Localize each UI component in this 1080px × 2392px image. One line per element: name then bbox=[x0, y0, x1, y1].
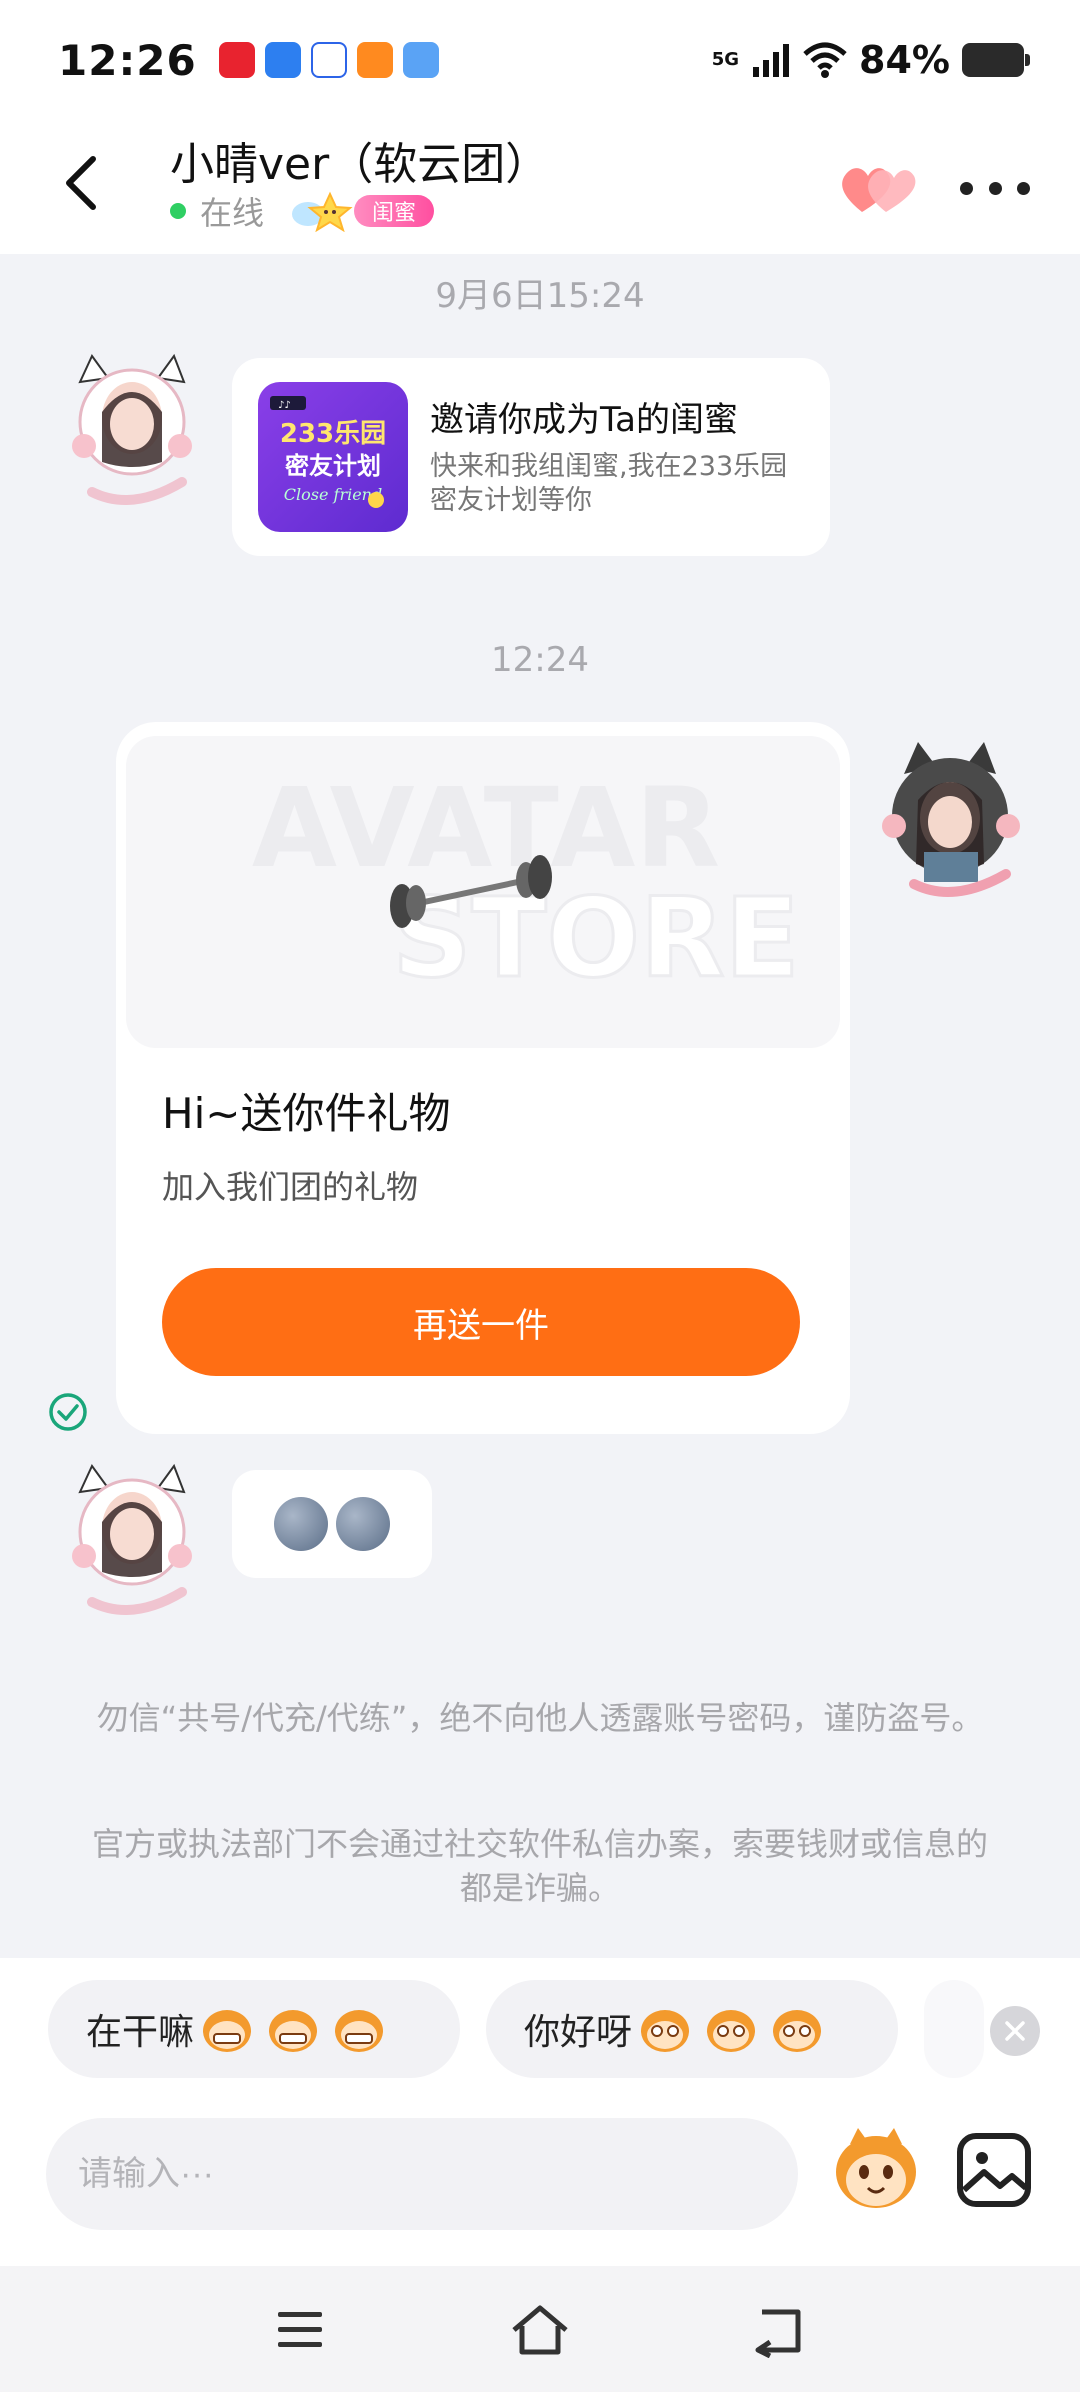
close-friend-logo: ♪♪ 233乐园 密友计划 Close friend bbox=[270, 396, 386, 508]
more-options-button[interactable] bbox=[960, 160, 1030, 216]
security-notice: 勿信“共号/代充/代练”，绝不向他人透露账号密码，谨防盗号。 bbox=[96, 1699, 984, 1737]
dot-icon bbox=[960, 181, 973, 195]
my-avatar[interactable] bbox=[874, 734, 1024, 900]
waving-mascot-icon bbox=[641, 2010, 690, 2052]
quick-reply-chip[interactable]: 你好呀 bbox=[486, 1980, 898, 2078]
emoji-group bbox=[200, 2004, 386, 2054]
moon-face-icon bbox=[336, 1497, 390, 1551]
invite-card[interactable]: ♪♪ 233乐园 密友计划 Close friend 邀请你成为Ta的闺蜜 快来… bbox=[232, 358, 830, 556]
mascot-sticker-icon[interactable] bbox=[828, 2122, 924, 2218]
status-time: 12:26 bbox=[58, 35, 197, 85]
grinning-mascot-icon bbox=[203, 2010, 252, 2052]
quick-reply-label: 你好呀 bbox=[524, 2012, 633, 2053]
send-another-button[interactable]: 再送一件 bbox=[162, 1268, 800, 1376]
app-notification-icon bbox=[218, 42, 255, 78]
network-type: 5G bbox=[711, 49, 740, 70]
wifi-icon bbox=[803, 42, 847, 78]
online-indicator-icon bbox=[170, 203, 186, 219]
online-status: 在线 bbox=[200, 194, 265, 232]
image-icon[interactable] bbox=[954, 2130, 1034, 2210]
message-input-bar bbox=[0, 2094, 1080, 2266]
moon-face-icon bbox=[274, 1497, 328, 1551]
home-icon[interactable] bbox=[508, 2302, 572, 2358]
quick-reply-bar: 在干嘛 你好呀 bbox=[0, 1958, 1080, 2094]
contact-status-row: 在线 闺蜜 bbox=[170, 188, 435, 234]
contact-name[interactable]: 小晴ver（软云团） bbox=[170, 128, 549, 192]
close-quick-replies-button[interactable] bbox=[990, 2006, 1040, 2056]
back-button[interactable] bbox=[56, 148, 106, 218]
dot-icon bbox=[988, 181, 1002, 195]
invite-title: 邀请你成为Ta的闺蜜 bbox=[430, 400, 738, 440]
quick-reply-chip-partial[interactable] bbox=[924, 1980, 984, 2078]
video-app-notification-icon bbox=[356, 42, 393, 78]
gift-subtitle: 加入我们团的礼物 bbox=[162, 1168, 419, 1206]
emoji-group bbox=[638, 2004, 824, 2054]
battery-icon bbox=[962, 43, 1030, 77]
invite-description: 快来和我组闺蜜,我在233乐园密友计划等你 bbox=[430, 451, 788, 516]
hearts-icon[interactable] bbox=[838, 156, 918, 220]
system-nav-bar bbox=[0, 2266, 1080, 2392]
message-input[interactable] bbox=[46, 2118, 798, 2230]
file-notification-icon bbox=[402, 42, 439, 78]
close-friend-plan-image: ♪♪ 233乐园 密友计划 Close friend bbox=[258, 382, 408, 532]
svg-text:Close friend: Close friend bbox=[284, 485, 382, 504]
gift-banner: AVATAR STORE bbox=[126, 736, 840, 1048]
battery-percent: 84% bbox=[859, 38, 950, 82]
chat-header: 小晴ver（软云团） 在线 闺蜜 bbox=[0, 120, 1080, 254]
gift-card[interactable]: AVATAR STORE Hi~送你件礼物 加入我们团的礼物 再送一件 bbox=[116, 722, 850, 1434]
contact-avatar[interactable] bbox=[62, 1462, 202, 1622]
cellular-signal-icon bbox=[753, 44, 790, 77]
avatar-store-watermark: AVATAR STORE bbox=[252, 764, 801, 1004]
star-icon bbox=[292, 191, 353, 232]
svg-text:AVATAR: AVATAR bbox=[252, 764, 720, 892]
app-notification-icon bbox=[264, 42, 301, 78]
emoji-message[interactable] bbox=[232, 1470, 432, 1578]
status-bar: 12:26 5G 84% bbox=[0, 0, 1080, 120]
waving-mascot-icon bbox=[773, 2010, 822, 2052]
notification-icons bbox=[218, 42, 439, 78]
check-circle-icon bbox=[49, 1393, 87, 1431]
back-nav-icon[interactable] bbox=[748, 2302, 812, 2358]
svg-text:密友计划: 密友计划 bbox=[285, 452, 381, 480]
bestie-badge: 闺蜜 bbox=[354, 195, 435, 227]
message-timestamp: 9月6日15:24 bbox=[435, 276, 645, 316]
contact-avatar[interactable] bbox=[62, 352, 202, 512]
dot-icon bbox=[1017, 181, 1030, 195]
close-icon bbox=[1005, 2021, 1025, 2041]
grinning-mascot-icon bbox=[335, 2010, 384, 2052]
quick-reply-chip[interactable]: 在干嘛 bbox=[48, 1980, 460, 2078]
gift-title: Hi~送你件礼物 bbox=[162, 1089, 451, 1138]
message-timestamp: 12:24 bbox=[491, 640, 589, 680]
chevron-left-icon bbox=[66, 156, 96, 210]
menu-icon[interactable] bbox=[268, 2302, 332, 2358]
svg-text:233乐园: 233乐园 bbox=[280, 419, 386, 449]
grinning-mascot-icon bbox=[269, 2010, 318, 2052]
quick-reply-label: 在干嘛 bbox=[86, 2012, 195, 2053]
baidu-notification-icon bbox=[310, 42, 347, 78]
waving-mascot-icon bbox=[707, 2010, 756, 2052]
svg-text:♪♪: ♪♪ bbox=[278, 400, 291, 411]
fraud-notice: 官方或执法部门不会通过社交软件私信办案，索要钱财或信息的都是诈骗。 bbox=[91, 1825, 988, 1907]
